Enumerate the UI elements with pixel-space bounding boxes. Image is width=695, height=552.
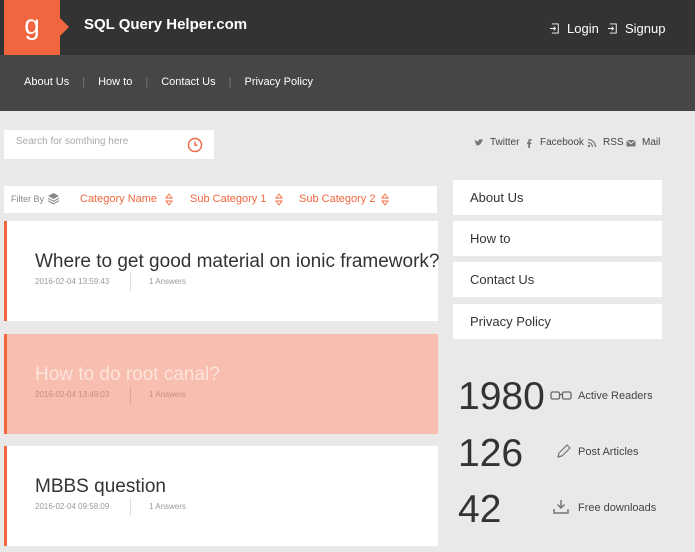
side-menu-label: Privacy Policy — [470, 314, 551, 329]
signup-label: Signup — [625, 21, 666, 36]
stat-active-readers-value: 1980 — [458, 375, 545, 418]
facebook-link[interactable]: Facebook — [524, 137, 584, 148]
pencil-icon — [557, 444, 571, 458]
stat-post-articles-label: Post Articles — [578, 446, 639, 458]
side-menu-label: How to — [470, 231, 511, 246]
side-menu-how-to[interactable]: How to — [453, 221, 662, 256]
answer-count[interactable]: 1 Answers — [149, 390, 186, 399]
question-date: 2016-02-04 09:58:09 — [35, 502, 110, 511]
clock-icon[interactable] — [187, 137, 203, 153]
sort-icon[interactable] — [275, 193, 283, 206]
rss-icon — [587, 138, 597, 147]
glasses-icon — [550, 391, 572, 400]
sort-icon[interactable] — [381, 193, 389, 206]
filter-sub-category-1[interactable]: Sub Category 1 — [190, 193, 266, 205]
mail-icon — [626, 139, 636, 146]
nav-separator: | — [145, 76, 149, 88]
login-link[interactable]: Login — [550, 21, 599, 36]
mail-label: Mail — [642, 137, 661, 148]
top-header: g SQL Query Helper.com Login Signup — [0, 0, 695, 55]
side-menu-privacy-policy[interactable]: Privacy Policy — [453, 304, 662, 339]
main-nav: About Us | How to | Contact Us | Privacy… — [0, 55, 695, 111]
twitter-icon — [474, 138, 484, 146]
answer-count[interactable]: 1 Answers — [149, 277, 186, 286]
layers-icon — [47, 193, 60, 205]
site-logo[interactable]: g — [4, 0, 69, 55]
twitter-label: Twitter — [490, 137, 520, 148]
rss-link[interactable]: RSS — [587, 137, 624, 148]
nav-separator: | — [228, 76, 232, 88]
logo-letter: g — [24, 9, 40, 40]
stat-post-articles-value: 126 — [458, 432, 524, 475]
facebook-label: Facebook — [540, 137, 584, 148]
stat-free-downloads-value: 42 — [458, 488, 502, 531]
question-card[interactable]: How to do root canal? 2016-02-04 13:49:0… — [4, 334, 438, 434]
search-input[interactable] — [16, 136, 176, 147]
side-menu-label: About Us — [470, 190, 524, 205]
divider — [130, 386, 131, 404]
login-label: Login — [567, 21, 599, 36]
question-card[interactable]: Where to get good material on ionic fram… — [4, 221, 439, 321]
question-card[interactable]: MBBS question 2016-02-04 09:58:09 1 Answ… — [4, 446, 438, 546]
nav-item-privacy-policy[interactable]: Privacy Policy — [245, 76, 313, 88]
search-box — [4, 130, 214, 159]
twitter-link[interactable]: Twitter — [474, 137, 519, 148]
login-icon — [550, 23, 559, 34]
sort-icon[interactable] — [165, 193, 173, 206]
download-icon — [553, 500, 569, 514]
question-title[interactable]: How to do root canal? — [35, 364, 220, 386]
answer-count[interactable]: 1 Answers — [149, 502, 186, 511]
question-title[interactable]: Where to get good material on ionic fram… — [35, 251, 439, 273]
side-menu-about-us[interactable]: About Us — [453, 180, 662, 215]
nav-item-about-us[interactable]: About Us — [24, 76, 69, 88]
filter-sub-category-2[interactable]: Sub Category 2 — [299, 193, 375, 205]
divider — [130, 498, 131, 516]
stat-active-readers-label: Active Readers — [578, 390, 653, 402]
facebook-icon — [527, 138, 532, 148]
mail-link[interactable]: Mail — [626, 137, 660, 148]
question-date: 2016-02-04 13:59:43 — [35, 277, 110, 286]
question-date: 2016-02-04 13:49:03 — [35, 390, 110, 399]
nav-separator: | — [82, 76, 86, 88]
site-title[interactable]: SQL Query Helper.com — [84, 16, 247, 33]
signup-icon — [608, 23, 617, 34]
divider — [130, 273, 131, 291]
signup-link[interactable]: Signup — [608, 21, 665, 36]
nav-item-contact-us[interactable]: Contact Us — [161, 76, 215, 88]
question-title[interactable]: MBBS question — [35, 476, 166, 498]
rss-label: RSS — [603, 137, 624, 148]
filter-label: Filter By — [11, 194, 45, 204]
nav-item-how-to[interactable]: How to — [98, 76, 132, 88]
stat-free-downloads-label: Free downloads — [578, 502, 657, 514]
side-menu-contact-us[interactable]: Contact Us — [453, 262, 662, 297]
filter-category-name[interactable]: Category Name — [80, 193, 157, 205]
filter-bar: Filter By Category Name Sub Category 1 S… — [4, 186, 437, 213]
side-menu-label: Contact Us — [470, 272, 535, 287]
